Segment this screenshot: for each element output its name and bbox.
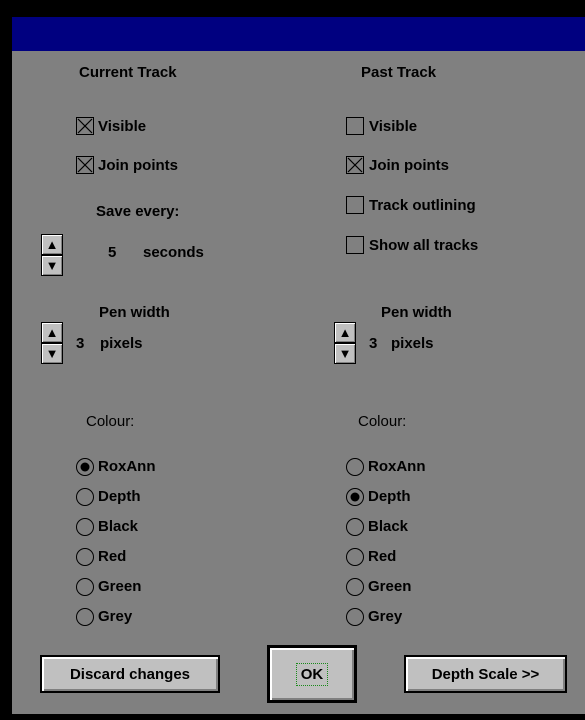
ok-label: OK [295, 662, 329, 686]
current-visible-label: Visible [98, 118, 147, 135]
radio-icon [346, 518, 364, 536]
past-track-heading: Past Track [361, 64, 437, 81]
current-track-heading: Current Track [79, 64, 177, 81]
past-colour-radio-grey[interactable] [345, 607, 365, 627]
past-colour-option: Red [368, 548, 397, 565]
past-visible-checkbox[interactable] [346, 117, 364, 135]
radio-icon [346, 608, 364, 626]
past-pen-width-spinner[interactable]: ▲ ▼ [334, 322, 356, 364]
dialog-body: Current Track Past Track Visible Join po… [12, 51, 585, 714]
radio-icon [76, 608, 94, 626]
discard-changes-label: Discard changes [69, 665, 191, 683]
current-colour-radio-green[interactable] [75, 577, 95, 597]
current-join-points-checkbox[interactable] [76, 156, 94, 174]
past-colour-option: Black [368, 518, 409, 535]
show-all-tracks-checkbox[interactable] [346, 236, 364, 254]
current-pen-width-label: Pen width [99, 304, 170, 321]
radio-icon [76, 548, 94, 566]
title-bar [12, 17, 585, 51]
current-colour-radio-depth[interactable] [75, 487, 95, 507]
past-pen-width-label: Pen width [381, 304, 452, 321]
depth-scale-button[interactable]: Depth Scale >> [404, 655, 567, 693]
past-colour-option: Green [368, 578, 412, 595]
current-colour-radio-black[interactable] [75, 517, 95, 537]
current-visible-checkbox[interactable] [76, 117, 94, 135]
radio-icon [76, 488, 94, 506]
past-colour-label: Colour: [358, 413, 407, 430]
past-colour-radio-black[interactable] [345, 517, 365, 537]
radio-icon [76, 518, 94, 536]
ok-button[interactable]: OK [267, 645, 357, 703]
check-cross-icon [77, 118, 93, 134]
past-colour-option: Grey [368, 608, 403, 625]
current-colour-radio-roxann[interactable] [75, 457, 95, 477]
radio-icon [76, 578, 94, 596]
radio-selected-icon [76, 458, 94, 476]
discard-changes-button[interactable]: Discard changes [40, 655, 220, 693]
radio-icon [346, 548, 364, 566]
past-visible-label: Visible [369, 118, 418, 135]
past-colour-radio-roxann[interactable] [345, 457, 365, 477]
current-pen-width-spinner[interactable]: ▲ ▼ [41, 322, 63, 364]
spin-up-icon[interactable]: ▲ [41, 322, 63, 343]
radio-icon [346, 458, 364, 476]
radio-icon [346, 578, 364, 596]
current-pen-width-value: 3 [76, 335, 85, 352]
past-pen-width-unit: pixels [391, 335, 434, 352]
current-colour-radio-red[interactable] [75, 547, 95, 567]
track-outlining-checkbox[interactable] [346, 196, 364, 214]
check-cross-icon [347, 157, 363, 173]
current-colour-radio-grey[interactable] [75, 607, 95, 627]
window-bottom-border [12, 714, 585, 720]
current-colour-option: RoxAnn [98, 458, 156, 475]
current-pen-width-unit: pixels [100, 335, 143, 352]
past-colour-radio-depth[interactable] [345, 487, 365, 507]
spin-down-icon[interactable]: ▼ [41, 343, 63, 364]
current-colour-option: Black [98, 518, 139, 535]
current-colour-label: Colour: [86, 413, 135, 430]
past-colour-radio-green[interactable] [345, 577, 365, 597]
radio-selected-icon [346, 488, 364, 506]
current-colour-option: Red [98, 548, 127, 565]
past-colour-radio-red[interactable] [345, 547, 365, 567]
track-settings-dialog: Current Track Past Track Visible Join po… [0, 0, 585, 720]
save-every-label: Save every: [96, 203, 180, 220]
save-every-value: 5 [108, 244, 117, 261]
past-join-points-checkbox[interactable] [346, 156, 364, 174]
spin-up-icon[interactable]: ▲ [334, 322, 356, 343]
current-colour-option: Green [98, 578, 142, 595]
current-join-points-label: Join points [98, 157, 178, 174]
spin-up-icon[interactable]: ▲ [41, 234, 63, 255]
past-colour-option: Depth [368, 488, 411, 505]
past-colour-option: RoxAnn [368, 458, 426, 475]
past-join-points-label: Join points [369, 157, 449, 174]
track-outlining-label: Track outlining [369, 197, 476, 214]
current-colour-option: Depth [98, 488, 141, 505]
spin-down-icon[interactable]: ▼ [334, 343, 356, 364]
current-colour-option: Grey [98, 608, 133, 625]
depth-scale-label: Depth Scale >> [431, 665, 540, 683]
check-cross-icon [77, 157, 93, 173]
past-pen-width-value: 3 [369, 335, 378, 352]
spin-down-icon[interactable]: ▼ [41, 255, 63, 276]
show-all-tracks-label: Show all tracks [369, 237, 479, 254]
save-every-spinner[interactable]: ▲ ▼ [41, 234, 63, 276]
save-every-unit: seconds [143, 244, 204, 261]
